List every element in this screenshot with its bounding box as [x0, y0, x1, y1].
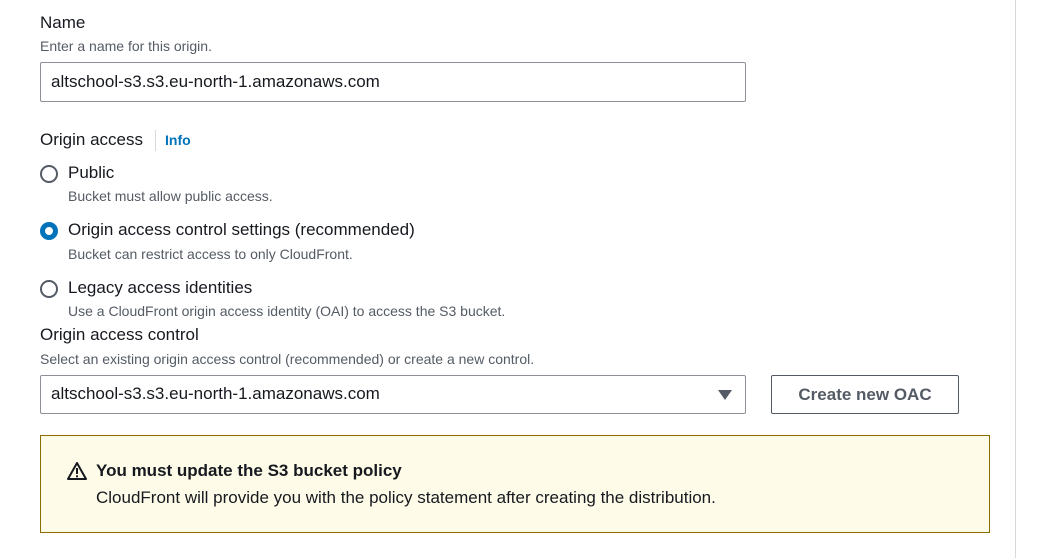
info-separator [155, 130, 156, 151]
origin-access-info-link[interactable]: Info [165, 132, 191, 148]
radio-origin-access-control-label[interactable]: Origin access control settings (recommen… [68, 220, 415, 240]
radio-origin-access-control[interactable] [40, 222, 58, 240]
oac-label: Origin access control [40, 325, 199, 344]
radio-legacy-identities-label[interactable]: Legacy access identities [68, 278, 252, 298]
origin-access-label: Origin access [40, 130, 143, 149]
oac-select[interactable]: altschool-s3.s3.eu-north-1.amazonaws.com [40, 375, 746, 414]
warning-icon [67, 462, 87, 480]
oac-select-value: altschool-s3.s3.eu-north-1.amazonaws.com [51, 384, 380, 403]
radio-origin-access-control-description: Bucket can restrict access to only Cloud… [68, 246, 353, 262]
radio-public-description: Bucket must allow public access. [68, 188, 273, 204]
origin-name-input[interactable] [40, 62, 746, 102]
create-new-oac-button[interactable]: Create new OAC [771, 375, 959, 414]
panel-right-border [1015, 0, 1016, 558]
alert-title: You must update the S3 bucket policy [96, 461, 402, 480]
caret-down-icon [718, 390, 732, 400]
radio-legacy-identities-description: Use a CloudFront origin access identity … [68, 303, 506, 319]
alert-body: CloudFront will provide you with the pol… [96, 488, 716, 507]
radio-public[interactable] [40, 165, 58, 183]
oac-description: Select an existing origin access control… [40, 351, 535, 367]
radio-legacy-identities[interactable] [40, 280, 58, 298]
warning-alert: You must update the S3 bucket policy Clo… [40, 435, 990, 533]
radio-public-label[interactable]: Public [68, 163, 114, 183]
origin-settings-panel: Name Enter a name for this origin. Origi… [0, 0, 1040, 558]
name-description: Enter a name for this origin. [40, 38, 212, 54]
name-label: Name [40, 13, 86, 32]
